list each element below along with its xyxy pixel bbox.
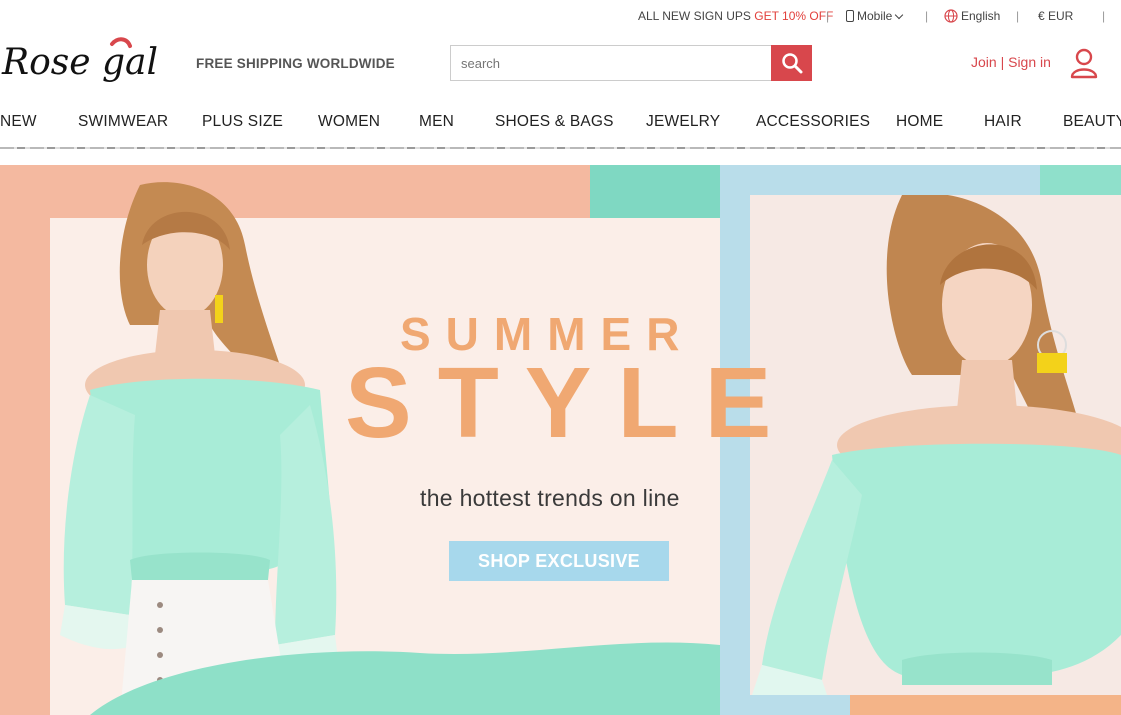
banner-teal-corner (1040, 165, 1121, 195)
nav-item-men[interactable]: MEN (419, 113, 454, 131)
banner-orange-accent (850, 695, 1121, 715)
auth-separator: | (1000, 54, 1005, 70)
nav-item-swimwear[interactable]: SWIMWEAR (78, 113, 168, 131)
banner-teal-wave (90, 642, 720, 715)
nav-item-plus-size[interactable]: PLUS SIZE (202, 113, 283, 131)
rosegal-logo-mark: Rose gal (1, 37, 158, 83)
nav-item-new[interactable]: NEW (0, 113, 37, 131)
banner-headline-style: STYLE (345, 347, 798, 459)
signin-link[interactable]: Sign in (1008, 54, 1051, 70)
separator: | (925, 9, 929, 23)
main-nav: NEW SWIMWEAR PLUS SIZE WOMEN MEN SHOES &… (0, 108, 1121, 138)
top-utility-bar: ALL NEW SIGN UPS GET 10% OFF | Mobile | … (0, 0, 1121, 32)
globe-icon (944, 9, 958, 23)
search-button[interactable] (771, 45, 812, 81)
currency-selector[interactable]: € EUR (1038, 9, 1073, 23)
search-icon (781, 53, 802, 74)
nav-item-shoes-bags[interactable]: SHOES & BAGS (495, 113, 614, 131)
nav-item-accessories[interactable]: ACCESSORIES (756, 113, 870, 131)
signup-promo-text: ALL NEW SIGN UPS (638, 9, 755, 23)
signup-promo[interactable]: ALL NEW SIGN UPS GET 10% OFF (638, 9, 833, 23)
banner-subheadline: the hottest trends on line (420, 485, 680, 511)
user-account-icon[interactable] (1069, 47, 1099, 79)
free-shipping-tagline: FREE SHIPPING WORLDWIDE (196, 56, 395, 71)
search-input[interactable] (450, 45, 771, 81)
separator: | (1102, 9, 1106, 23)
nav-item-home[interactable]: HOME (896, 113, 943, 131)
join-link[interactable]: Join (971, 54, 997, 70)
mobile-dropdown[interactable]: Mobile (846, 9, 904, 23)
chevron-down-icon (895, 10, 904, 20)
auth-links: Join | Sign in (971, 54, 1051, 70)
nav-item-women[interactable]: WOMEN (318, 113, 380, 131)
nav-item-hair[interactable]: HAIR (984, 113, 1022, 131)
shop-exclusive-button[interactable]: SHOP EXCLUSIVE (449, 541, 669, 581)
language-label: English (961, 9, 1001, 23)
language-selector[interactable]: English (944, 9, 1000, 23)
right-model-image (752, 195, 1121, 695)
separator: | (1016, 9, 1020, 23)
nav-divider (0, 147, 1121, 149)
separator: | (826, 9, 830, 23)
mobile-phone-icon (846, 10, 854, 22)
signup-offer: GET 10% OFF (754, 9, 834, 23)
nav-item-beauty[interactable]: BEAUTY (1063, 113, 1121, 131)
mobile-label: Mobile (857, 9, 893, 23)
nav-item-jewelry[interactable]: JEWELRY (646, 113, 720, 131)
hero-banner[interactable]: SUMMER STYLE the hottest trends on line … (0, 165, 1121, 715)
logo-text: Rose gal (1, 42, 158, 83)
rosegal-logo[interactable]: Rose gal (0, 34, 185, 94)
